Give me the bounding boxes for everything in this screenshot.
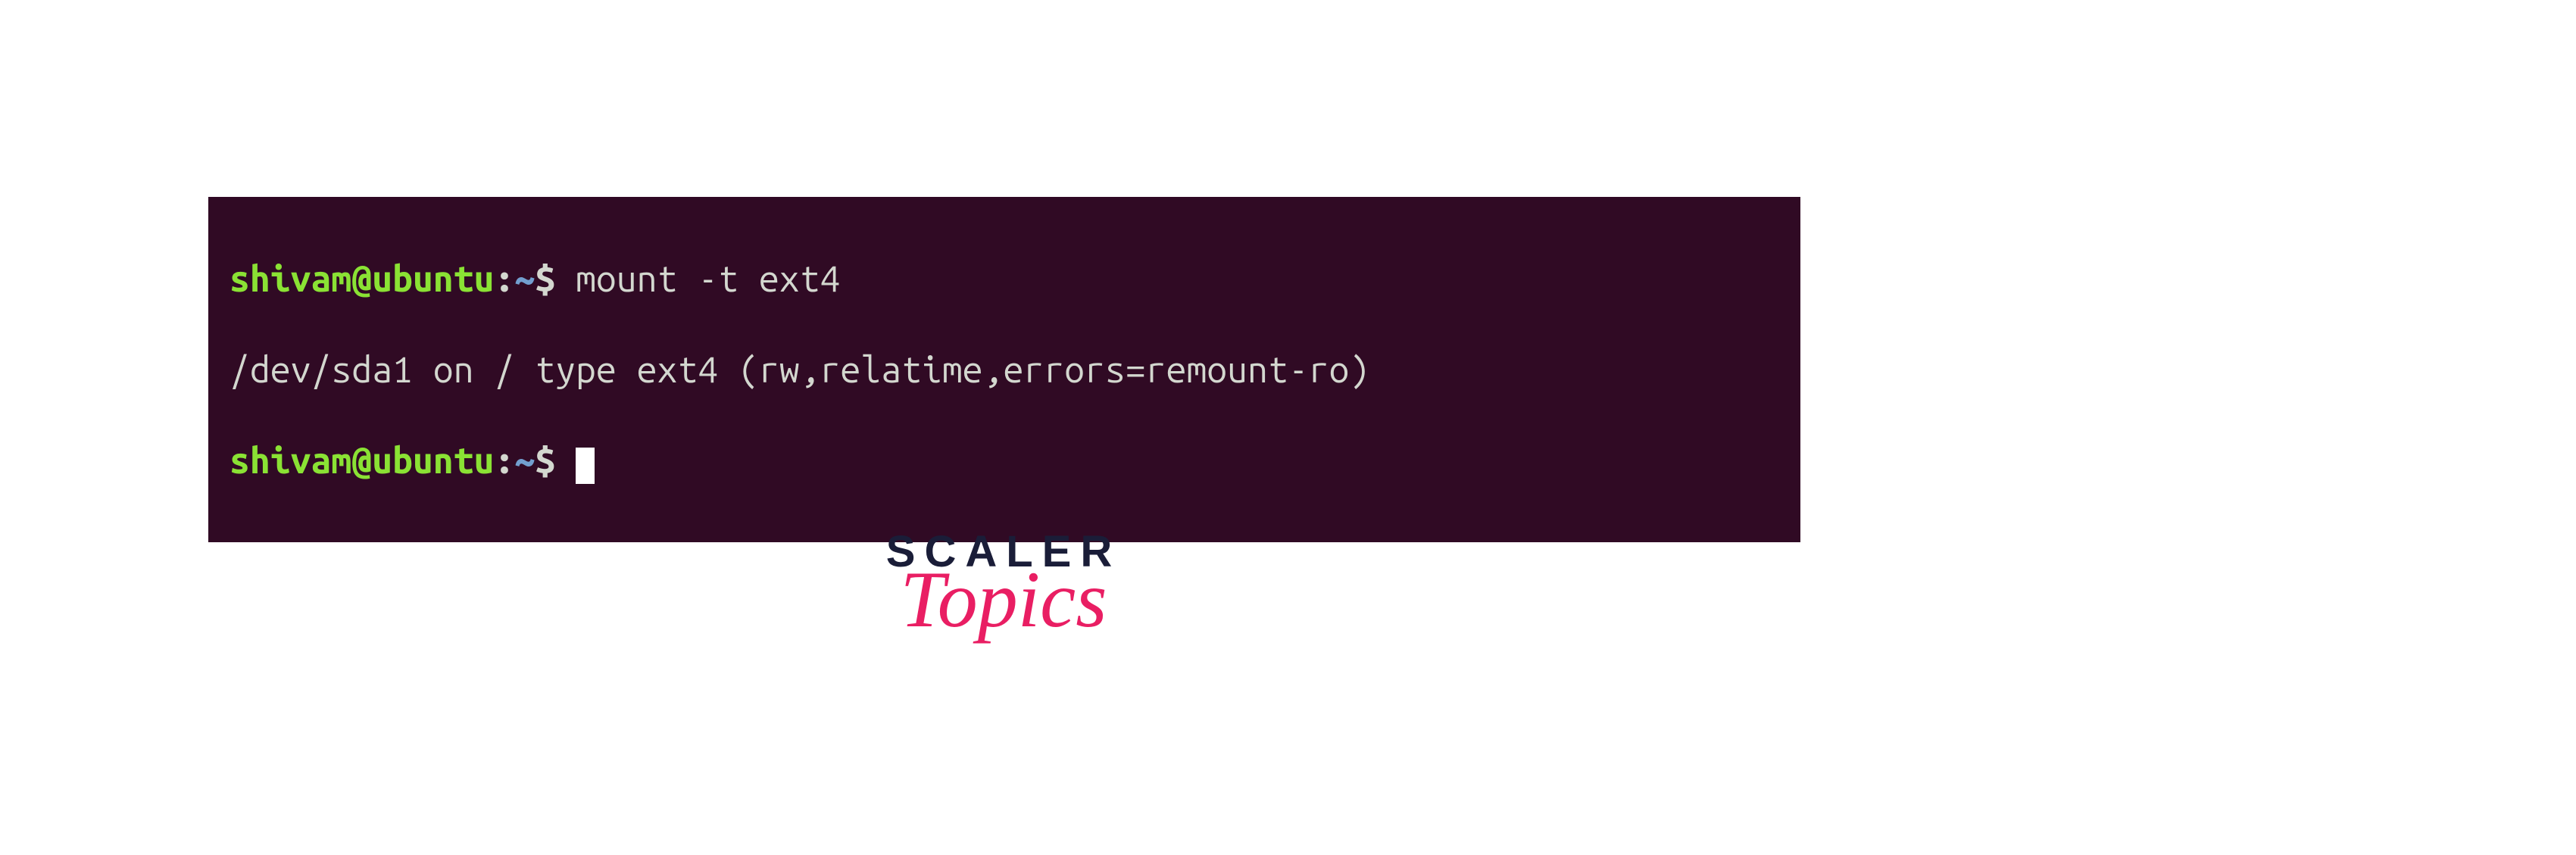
command-output: /dev/sda1 on / type ext4 (rw,relatime,er… [229, 349, 1369, 390]
command-text: mount -t ext4 [576, 258, 840, 299]
terminal-window[interactable]: shivam@ubuntu:~$ mount -t ext4 /dev/sda1… [208, 197, 1800, 542]
terminal-line-2: /dev/sda1 on / type ext4 (rw,relatime,er… [229, 347, 1779, 392]
prompt-colon: : [494, 440, 514, 481]
prompt-user: shivam@ubuntu [229, 440, 494, 481]
prompt-dollar: $ [535, 258, 576, 299]
prompt-colon: : [494, 258, 514, 299]
terminal-line-1: shivam@ubuntu:~$ mount -t ext4 [229, 256, 1779, 301]
prompt-path: ~ [514, 258, 535, 299]
scaler-topics-logo: SCALER Topics [848, 530, 1159, 632]
prompt-path: ~ [514, 440, 535, 481]
prompt-user: shivam@ubuntu [229, 258, 494, 299]
logo-sub-text: Topics [848, 568, 1159, 632]
terminal-line-3: shivam@ubuntu:~$ [229, 438, 1779, 483]
prompt-dollar: $ [535, 440, 576, 481]
cursor-icon [576, 448, 595, 484]
